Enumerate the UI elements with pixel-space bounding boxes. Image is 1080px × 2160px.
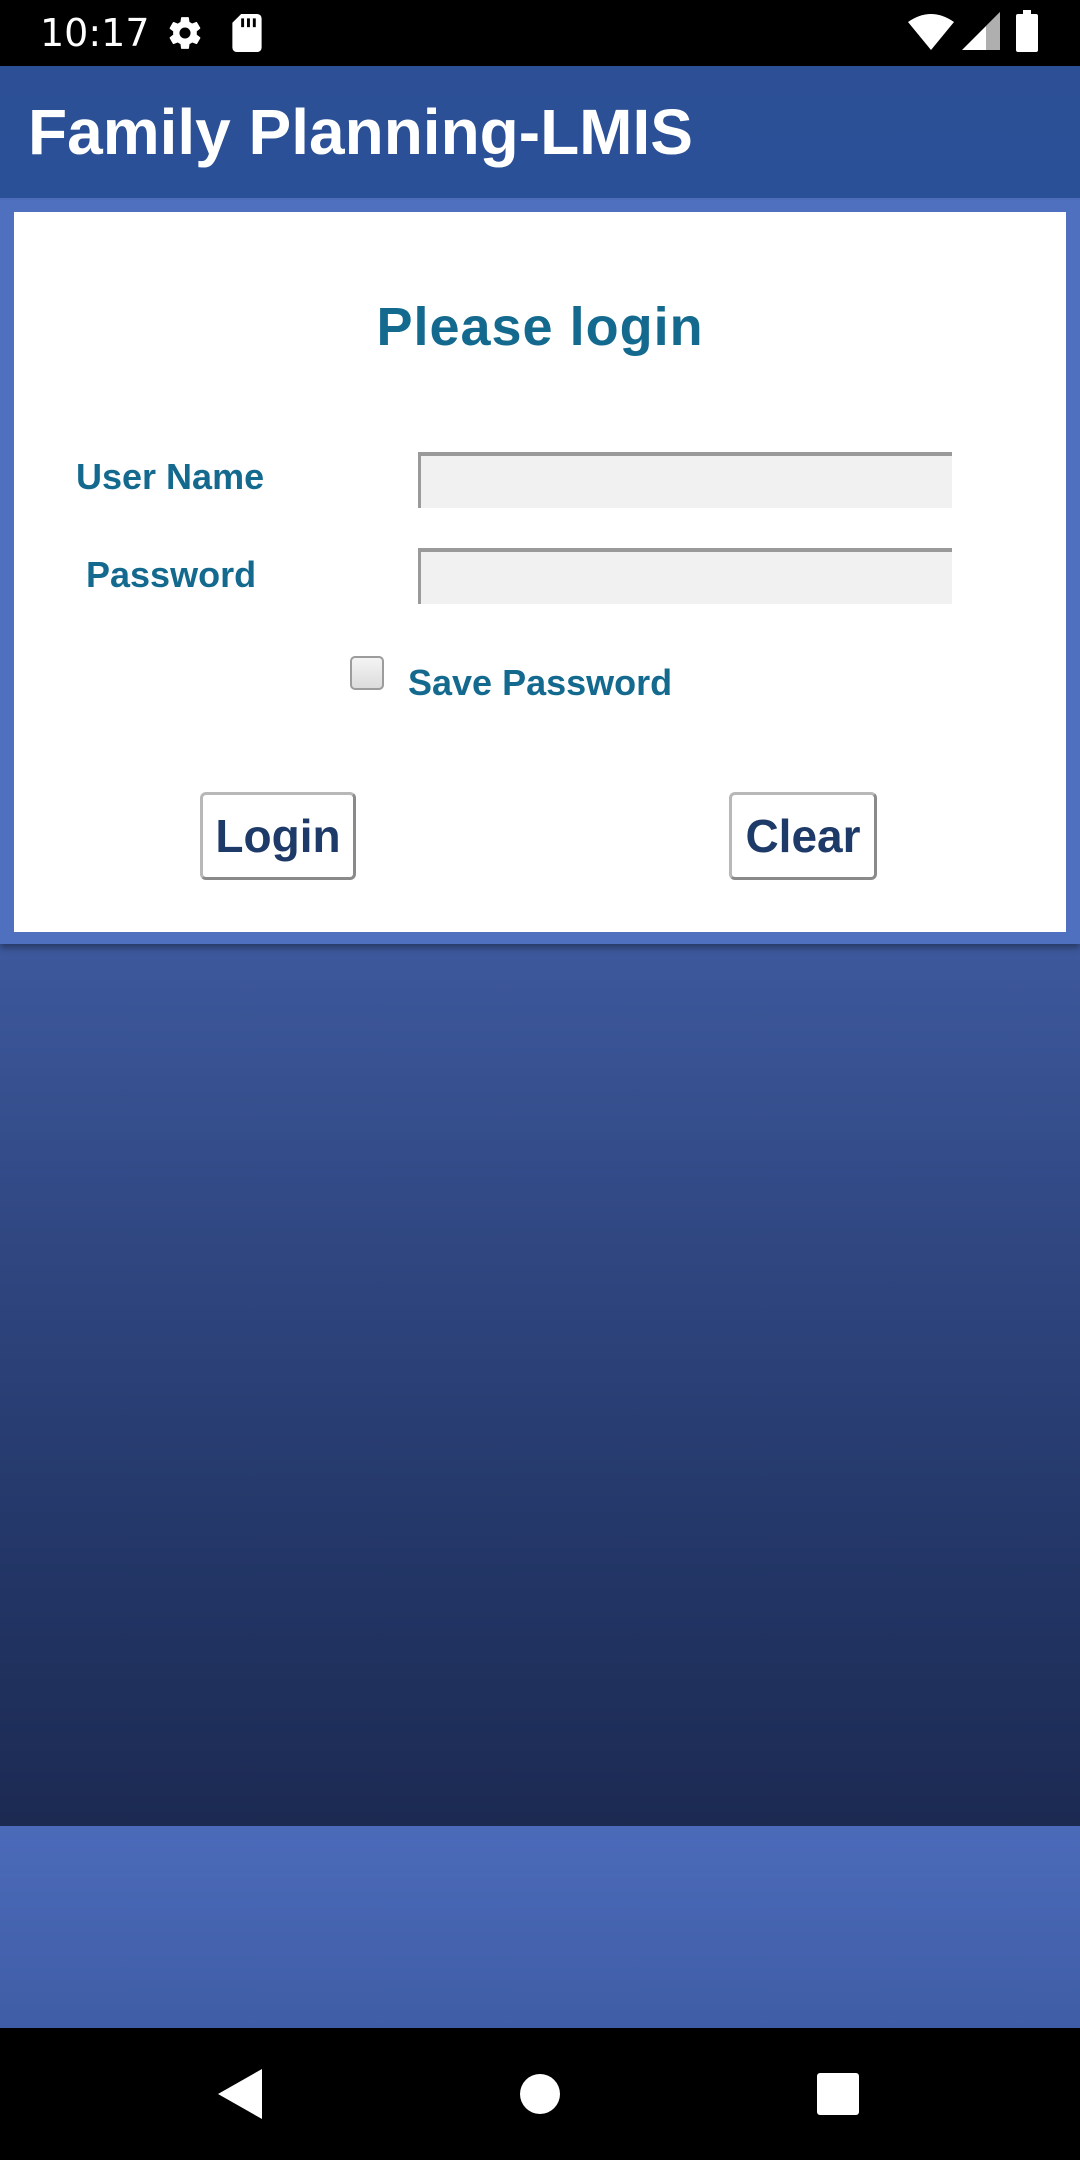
clear-button[interactable]: Clear bbox=[729, 792, 877, 880]
save-password-label: Save Password bbox=[408, 662, 673, 703]
screen: 10:17 Family Planning-LMIS Please login … bbox=[0, 0, 1080, 2160]
login-card: Please login User Name Password Save Pas… bbox=[14, 212, 1066, 932]
home-icon bbox=[520, 2074, 560, 2114]
username-label: User Name bbox=[76, 456, 265, 497]
back-icon bbox=[218, 2069, 262, 2119]
recents-button[interactable] bbox=[798, 2058, 878, 2130]
sd-card-icon bbox=[232, 14, 262, 57]
status-time: 10:17 bbox=[40, 11, 150, 55]
login-heading: Please login bbox=[376, 297, 704, 357]
app-bar: Family Planning-LMIS bbox=[0, 66, 1080, 198]
home-button[interactable] bbox=[500, 2058, 580, 2130]
back-button[interactable] bbox=[200, 2058, 280, 2130]
bottom-band bbox=[0, 1826, 1080, 2028]
app-title: Family Planning-LMIS bbox=[28, 96, 693, 168]
recents-icon bbox=[817, 2073, 859, 2115]
password-input[interactable] bbox=[418, 548, 952, 604]
password-label: Password bbox=[86, 554, 257, 595]
navigation-bar bbox=[0, 2028, 1080, 2160]
battery-icon bbox=[1016, 10, 1038, 57]
wifi-icon bbox=[908, 14, 954, 55]
login-button[interactable]: Login bbox=[200, 792, 356, 880]
username-input[interactable] bbox=[418, 452, 952, 508]
status-bar: 10:17 bbox=[0, 0, 1080, 66]
gear-icon bbox=[166, 14, 204, 57]
signal-icon bbox=[962, 12, 1000, 55]
save-password-checkbox[interactable] bbox=[350, 656, 384, 690]
